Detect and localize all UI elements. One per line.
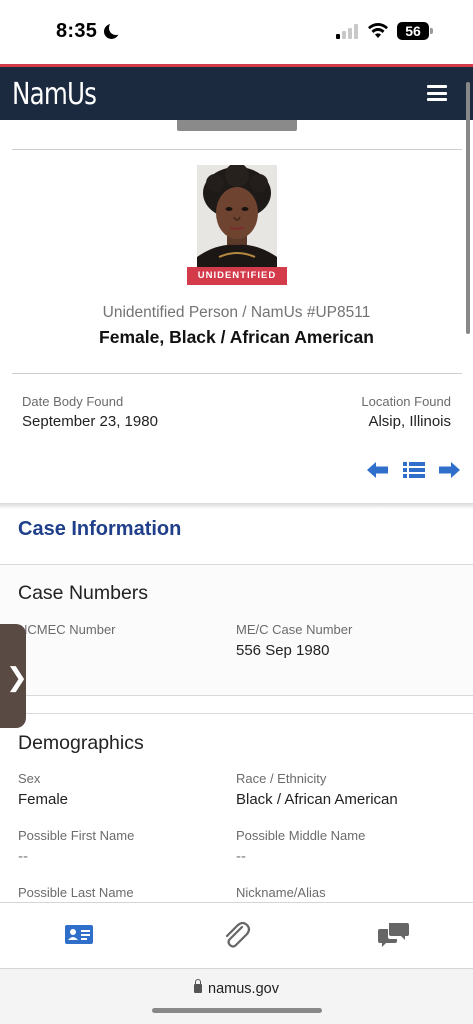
card-separator — [0, 503, 473, 509]
hamburger-menu-icon[interactable] — [427, 85, 447, 101]
side-drawer-toggle[interactable]: ❯ — [0, 624, 28, 728]
nickname-alias-label: Nickname/Alias — [236, 885, 326, 900]
possible-first-name-value: -- — [18, 848, 28, 865]
sex-value: Female — [18, 791, 69, 808]
sex-label: Sex — [18, 771, 41, 786]
possible-middle-name-value: -- — [236, 848, 246, 865]
location-found-value: Alsip, Illinois — [368, 413, 451, 430]
url-display[interactable]: namus.gov — [0, 979, 473, 997]
possible-middle-name-label: Possible Middle Name — [236, 828, 366, 843]
moon-icon — [104, 21, 123, 39]
page-scrollbar[interactable] — [466, 82, 470, 334]
case-summary: Female, Black / African American — [99, 327, 374, 347]
case-information-heading[interactable]: Case Information — [18, 518, 181, 541]
demographics-heading: Demographics — [18, 732, 144, 754]
case-numbers-heading: Case Numbers — [18, 582, 149, 604]
divider — [12, 149, 462, 150]
divider — [12, 373, 462, 374]
bottom-tab-bar — [0, 902, 473, 968]
possible-last-name-label: Possible Last Name — [18, 885, 134, 900]
possible-first-name-label: Possible First Name — [18, 828, 135, 843]
home-indicator[interactable] — [152, 1008, 322, 1013]
status-time: 8:35 — [56, 20, 98, 42]
url-text: namus.gov — [208, 981, 279, 997]
site-header: NamUs — [0, 64, 473, 120]
arrow-right-icon[interactable] — [438, 461, 460, 479]
chat-bubbles-icon[interactable] — [377, 919, 411, 949]
date-body-found-label: Date Body Found — [22, 394, 124, 409]
paperclip-icon[interactable] — [219, 919, 253, 949]
id-card-icon[interactable] — [62, 919, 96, 949]
unidentified-badge: UNIDENTIFIED — [187, 267, 287, 285]
photo-gallery-tab[interactable] — [177, 120, 297, 131]
namus-logo[interactable]: NamUs — [12, 77, 97, 112]
ncmec-number-label: NCMEC Number — [18, 622, 116, 637]
browser-url-bar[interactable]: namus.gov — [0, 968, 473, 1024]
list-icon[interactable] — [403, 461, 425, 479]
mec-case-number-value: 556 Sep 1980 — [236, 642, 330, 659]
race-ethnicity-label: Race / Ethnicity — [236, 771, 327, 786]
cellular-signal-icon — [336, 24, 360, 39]
case-identifier: Unidentified Person / NamUs #UP8511 — [102, 304, 371, 321]
battery-icon: 56 — [397, 22, 433, 40]
race-ethnicity-value: Black / African American — [236, 791, 398, 808]
chevron-right-icon: ❯ — [6, 662, 28, 692]
location-found-label: Location Found — [361, 394, 451, 409]
date-body-found-value: September 23, 1980 — [22, 413, 158, 430]
arrow-left-icon[interactable] — [367, 461, 389, 479]
status-bar: 8:35 56 — [0, 0, 473, 64]
wifi-icon — [368, 22, 388, 38]
reconstruction-portrait[interactable] — [197, 165, 277, 269]
mec-case-number-label: ME/C Case Number — [236, 622, 353, 637]
lock-icon — [194, 979, 203, 993]
